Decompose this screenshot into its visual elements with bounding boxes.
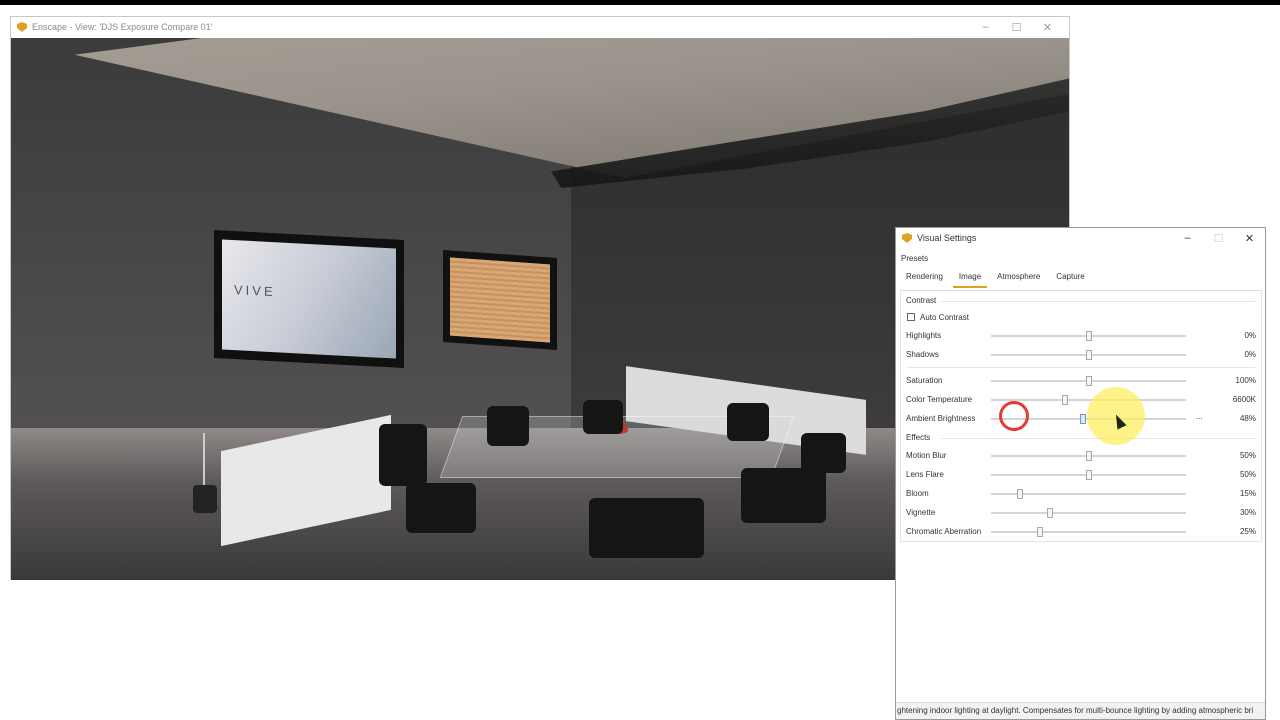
plant-pot	[193, 485, 217, 513]
vignette-slider-thumb[interactable]	[1046, 508, 1053, 518]
tab-atmosphere[interactable]: Atmosphere	[991, 270, 1046, 288]
click-indicator-ring	[999, 401, 1029, 431]
maximize-button[interactable]: ☐	[1001, 17, 1032, 37]
presets-menu[interactable]: Presets	[901, 254, 928, 263]
color-temperature-slider-thumb[interactable]	[1062, 395, 1069, 405]
section-divider	[907, 367, 1255, 368]
enscape-window-title: Enscape - View: 'DJS Exposure Compare 01…	[32, 22, 213, 32]
ambient-brightness-more-button[interactable]: ...	[1196, 412, 1203, 421]
lens-flare-slider[interactable]	[991, 470, 1186, 480]
image-settings-panel: Contrast Auto Contrast Highlights 0% Sha…	[900, 290, 1262, 542]
scene-chair	[487, 406, 529, 446]
bloom-slider-thumb[interactable]	[1017, 489, 1024, 499]
enscape-titlebar[interactable]: Enscape - View: 'DJS Exposure Compare 01…	[11, 17, 1069, 37]
color-temperature-value: 6600K	[1232, 395, 1256, 404]
highlights-label: Highlights	[906, 331, 942, 340]
saturation-slider-thumb[interactable]	[1085, 376, 1092, 386]
scene-plant	[189, 433, 219, 513]
scene-chair	[741, 468, 826, 523]
chromatic-aberration-label: Chromatic Aberration	[906, 527, 982, 536]
visual-settings-titlebar[interactable]: Visual Settings – ☐ ✕	[896, 228, 1265, 248]
tab-capture[interactable]: Capture	[1050, 270, 1090, 288]
shadows-label: Shadows	[906, 350, 939, 359]
scene-chair	[406, 483, 476, 533]
close-button[interactable]: ✕	[1032, 17, 1063, 37]
lens-flare-slider-thumb[interactable]	[1085, 470, 1092, 480]
auto-contrast-label[interactable]: Auto Contrast	[920, 313, 969, 322]
enscape-logo-icon	[902, 233, 912, 243]
enscape-logo-icon	[17, 22, 27, 32]
tab-image[interactable]: Image	[952, 270, 988, 288]
shadows-slider[interactable]	[991, 350, 1186, 360]
scene-chair	[379, 424, 427, 486]
maximize-button: ☐	[1213, 232, 1224, 245]
highlights-value: 0%	[1244, 331, 1256, 340]
scene-chair	[727, 403, 769, 441]
screen-top-border	[0, 0, 1280, 5]
highlights-slider-thumb[interactable]	[1085, 331, 1092, 341]
close-button[interactable]: ✕	[1234, 228, 1265, 248]
section-divider	[941, 301, 1255, 302]
plant-stem	[203, 433, 205, 488]
visual-settings-window: Visual Settings – ☐ ✕ Presets Rendering …	[895, 227, 1266, 720]
motion-blur-value: 50%	[1239, 451, 1256, 460]
lens-flare-label: Lens Flare	[906, 470, 944, 479]
scene-chair	[801, 433, 846, 473]
section-contrast-label: Contrast	[906, 296, 937, 305]
motion-blur-label: Motion Blur	[906, 451, 947, 460]
shadows-slider-thumb[interactable]	[1085, 350, 1092, 360]
motion-blur-slider[interactable]	[991, 451, 1186, 461]
scene-calendar-grid	[450, 257, 550, 343]
settings-tabs: Rendering Image Atmosphere Capture	[900, 270, 1095, 288]
lens-flare-value: 50%	[1239, 470, 1256, 479]
vignette-slider[interactable]	[991, 508, 1186, 518]
scene-tv-screen: VIVE	[222, 239, 396, 359]
bloom-label: Bloom	[906, 489, 929, 498]
saturation-value: 100%	[1235, 376, 1256, 385]
saturation-slider[interactable]	[991, 376, 1186, 386]
bloom-value: 15%	[1239, 489, 1256, 498]
ambient-brightness-label: Ambient Brightness	[906, 414, 976, 423]
section-effects-label: Effects	[906, 433, 931, 442]
color-temperature-label: Color Temperature	[906, 395, 973, 404]
color-temperature-slider[interactable]	[991, 395, 1186, 405]
vignette-value: 30%	[1239, 508, 1256, 517]
bloom-slider[interactable]	[991, 489, 1186, 499]
chromatic-aberration-slider-thumb[interactable]	[1036, 527, 1043, 537]
chromatic-aberration-value: 25%	[1239, 527, 1256, 536]
ambient-brightness-value: 48%	[1239, 414, 1256, 423]
chromatic-aberration-slider[interactable]	[991, 527, 1186, 537]
minimize-button[interactable]: –	[970, 17, 1001, 37]
motion-blur-slider-thumb[interactable]	[1085, 451, 1092, 461]
shadows-value: 0%	[1244, 350, 1256, 359]
scene-chair	[589, 498, 704, 558]
scene-wall-calendar	[443, 250, 557, 350]
scene-chair	[583, 400, 623, 434]
ambient-brightness-slider-thumb[interactable]	[1079, 414, 1086, 424]
visual-settings-title: Visual Settings	[917, 233, 977, 243]
tv-brand-text: VIVE	[234, 282, 276, 300]
tab-rendering[interactable]: Rendering	[900, 270, 949, 288]
highlights-slider[interactable]	[991, 331, 1186, 341]
scene-wall-tv: VIVE	[214, 230, 404, 368]
minimize-button[interactable]: –	[1172, 228, 1203, 248]
status-description: ghtening indoor lighting at daylight. Co…	[896, 702, 1265, 719]
vignette-label: Vignette	[906, 508, 936, 517]
saturation-label: Saturation	[906, 376, 943, 385]
auto-contrast-checkbox[interactable]	[907, 313, 915, 321]
